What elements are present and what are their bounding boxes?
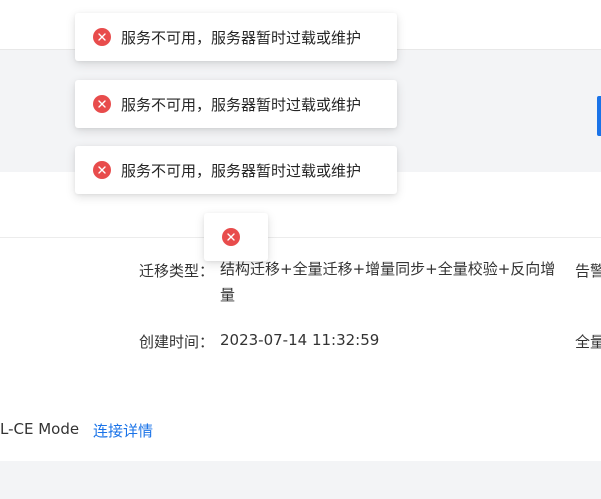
error-icon: [93, 95, 111, 113]
error-toast-message: 服务不可用，服务器暂时过载或维护: [121, 161, 362, 180]
connection-mode-text: L-CE Mode: [0, 420, 80, 438]
page: 迁移类型： 结构迁移+全量迁移+增量同步+全量校验+反向增量 告警 创建时间： …: [0, 0, 601, 499]
created-time-value: 2023-07-14 11:32:59: [220, 331, 380, 349]
section-divider: [0, 237, 601, 238]
migration-type-value: 结构迁移+全量迁移+增量同步+全量校验+反向增量: [220, 260, 556, 304]
error-icon: [93, 161, 111, 179]
primary-button-edge[interactable]: [597, 96, 601, 136]
error-toast: 服务不可用，服务器暂时过载或维护: [75, 13, 397, 61]
migration-type-label: 迁移类型：: [139, 262, 215, 280]
footer-panel: [0, 461, 601, 499]
connection-details-link[interactable]: 连接详情: [93, 420, 153, 441]
error-toast: 服务不可用，服务器暂时过载或维护: [75, 80, 397, 128]
full-label-truncated: 全量: [575, 333, 601, 351]
created-time-label: 创建时间：: [139, 333, 215, 351]
error-icon: [222, 228, 240, 246]
error-toast-message: 服务不可用，服务器暂时过载或维护: [121, 95, 362, 114]
error-toast: 服务不可用，服务器暂时过载或维护: [75, 146, 397, 194]
error-toast-message: 服务不可用，服务器暂时过载或维护: [121, 28, 362, 47]
error-toast-appearing: [204, 213, 268, 261]
alert-label-truncated: 告警: [575, 262, 601, 280]
error-icon: [93, 28, 111, 46]
